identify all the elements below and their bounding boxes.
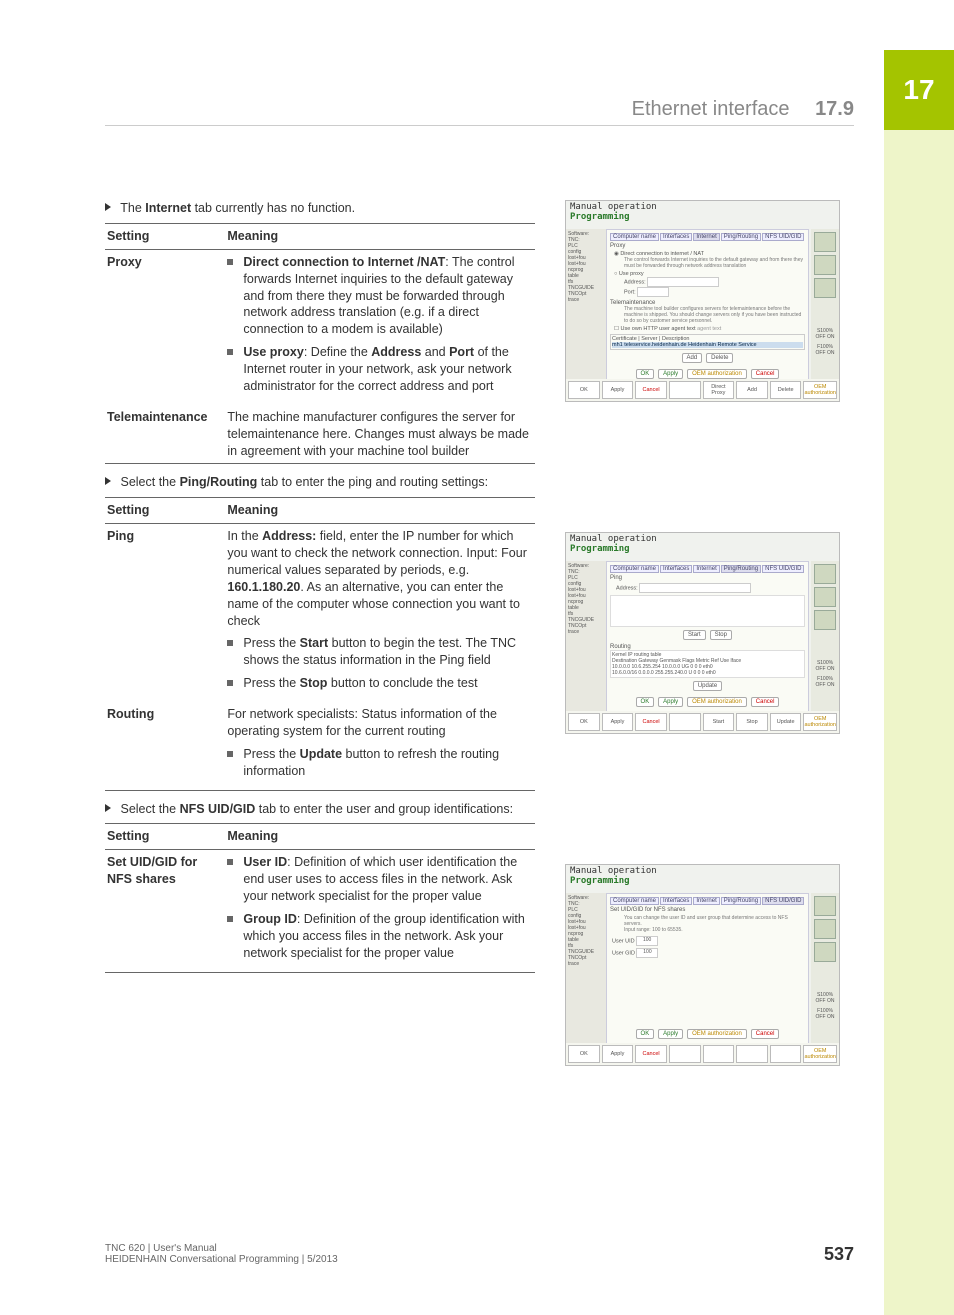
right-toolbar[interactable]: S100% OFF ON F100% OFF ON [811,561,839,713]
bullet-icon [105,804,111,812]
softkey-bar[interactable]: OK Apply Cancel OEM authorization [566,1043,839,1065]
meaning-ping: In the Address: field, enter the IP numb… [225,524,535,702]
figure-column: Manual operation Programming Software: T… [565,200,840,1196]
page-footer: TNC 620 | User's Manual HEIDENHAIN Conve… [105,1243,854,1265]
proxy-useproxy-item: Use proxy: Define the Address and Port o… [227,344,533,395]
dialog-tabs[interactable]: Computer nameInterfacesInternetPing/Rout… [610,565,805,573]
meaning-uid-gid: User ID: Definition of which user identi… [225,850,535,972]
footer-line-1: TNC 620 | User's Manual [105,1243,338,1254]
group-id-item: Group ID: Definition of the group identi… [227,911,533,962]
cancel-button[interactable]: Cancel [751,697,780,707]
delete-button[interactable]: Delete [706,353,733,363]
table-ping-routing: Setting Meaning Ping In the Address: fie… [105,497,535,790]
user-id-item: User ID: Definition of which user identi… [227,854,533,905]
start-button[interactable]: Start [683,630,706,640]
section-number: 17.9 [815,98,854,120]
proxy-direct-item: Direct connection to Internet /NAT: The … [227,254,533,338]
proxy-section-label: Proxy [610,243,805,249]
file-tree[interactable]: Software:TNC:PLCconfiglost+foulost+founc… [566,561,608,713]
footer-line-2: HEIDENHAIN Conversational Programming | … [105,1254,338,1265]
side-stripe [884,130,954,1315]
ok-button[interactable]: OK [636,369,655,379]
meaning-proxy: Direct connection to Internet /NAT: The … [225,249,535,405]
oem-auth-button[interactable]: OEM authorization [687,369,747,379]
softkey-bar[interactable]: OK Apply Cancel Start Stop Update OEM au… [566,711,839,733]
screenshot-ping-routing-tab: Manual operation Programming Software:TN… [565,532,840,734]
softkey-bar[interactable]: OK Apply Cancel Direct Proxy Add Delete … [566,379,839,401]
apply-button[interactable]: Apply [658,369,683,379]
col-setting-header: Setting [105,498,225,524]
screenshot-nfs-uid-gid-tab: Manual operation Programming Software:TN… [565,864,840,1066]
intro-nfs-uid-gid: Select the NFS UID/GID tab to enter the … [105,801,535,818]
dialog-tabs[interactable]: Computer nameInterfacesInternetPing/Rout… [610,233,805,241]
meaning-telemaintenance: The machine manufacturer configures the … [225,405,535,464]
bullet-icon [105,477,111,485]
col-setting-header: Setting [105,824,225,850]
chapter-tab: 17 [884,50,954,130]
intro-ping-routing: Select the Ping/Routing tab to enter the… [105,474,535,491]
setting-proxy: Proxy [105,249,225,405]
ping-stop-item: Press the Stop button to conclude the te… [227,675,533,692]
oem-auth-button[interactable]: OEM authorization [687,697,747,707]
file-tree[interactable]: Software:TNC:PLCconfiglost+foulost+founc… [566,893,608,1045]
dialog-tabs[interactable]: Computer nameInterfacesInternetPing/Rout… [610,897,805,905]
user-uid-input[interactable]: 100 [636,936,658,946]
cancel-button[interactable]: Cancel [751,369,780,379]
main-content: The Internet tab currently has no functi… [105,200,535,983]
oem-auth-button[interactable]: OEM authorization [687,1029,747,1039]
table-nfs-uid-gid: Setting Meaning Set UID/GID for NFS shar… [105,823,535,972]
col-meaning-header: Meaning [225,824,535,850]
right-toolbar[interactable]: S100% OFF ON F100% OFF ON [811,229,839,381]
ping-start-item: Press the Start button to begin the test… [227,635,533,669]
add-button[interactable]: Add [682,353,703,363]
cancel-button[interactable]: Cancel [751,1029,780,1039]
programming-label: Programming [570,212,835,222]
page-header: Ethernet interface 17.9 [105,98,854,126]
setting-routing: Routing [105,702,225,790]
col-meaning-header: Meaning [225,498,535,524]
file-tree[interactable]: Software: TNC: PLC config lost+fou lost+… [566,229,608,381]
setting-ping: Ping [105,524,225,702]
apply-button[interactable]: Apply [658,1029,683,1039]
bullet-icon [105,203,111,211]
setting-uid-gid: Set UID/GID for NFS shares [105,850,225,972]
mode-label: Manual operation [570,202,835,212]
meaning-routing: For network specialists: Status informat… [225,702,535,790]
screenshot-internet-tab: Manual operation Programming Software: T… [565,200,840,402]
right-toolbar[interactable]: S100% OFF ON F100% OFF ON [811,893,839,1045]
setting-telemaintenance: Telemaintenance [105,405,225,464]
apply-button[interactable]: Apply [658,697,683,707]
ok-button[interactable]: OK [636,1029,655,1039]
ok-button[interactable]: OK [636,697,655,707]
col-setting-header: Setting [105,223,225,249]
table-proxy-telemaintenance: Setting Meaning Proxy Direct connection … [105,223,535,465]
stop-button[interactable]: Stop [710,630,732,640]
intro-internet-tab: The Internet tab currently has no functi… [105,200,535,217]
col-meaning-header: Meaning [225,223,535,249]
routing-update-item: Press the Update button to refresh the r… [227,746,533,780]
user-gid-input[interactable]: 100 [636,948,658,958]
page-number: 537 [824,1244,854,1265]
section-title: Ethernet interface [632,98,790,120]
update-button[interactable]: Update [693,681,722,691]
